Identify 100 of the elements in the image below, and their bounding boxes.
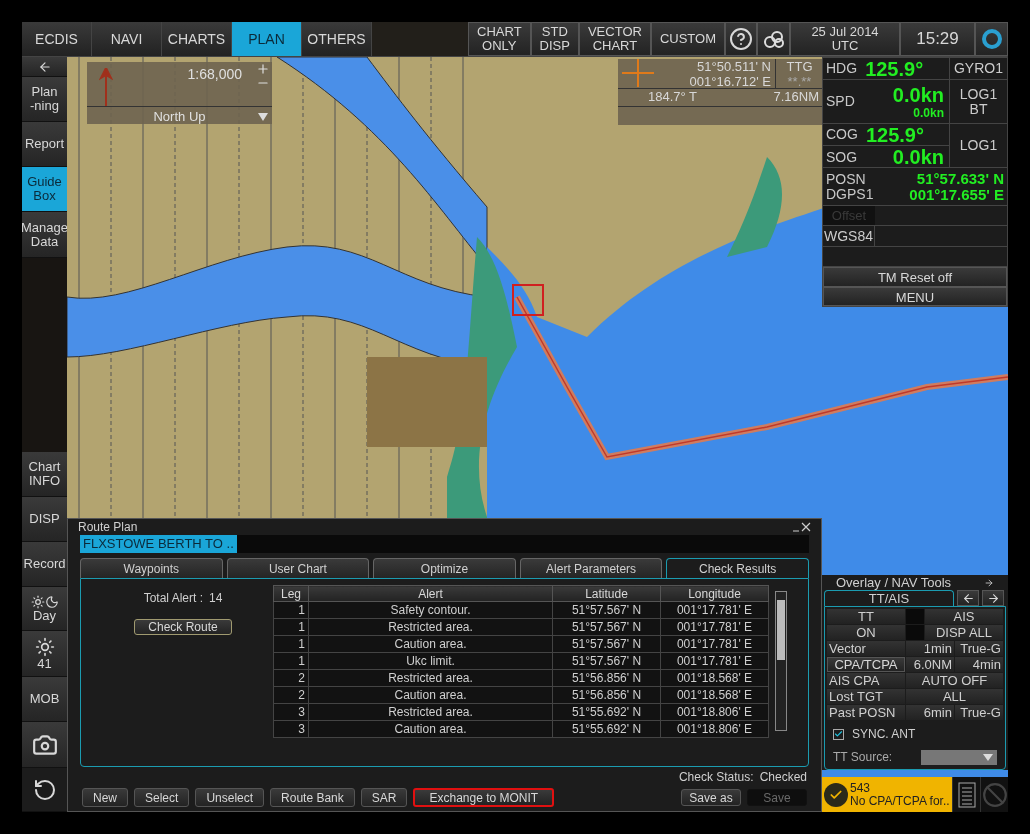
- panel-tab[interactable]: TT/AIS: [824, 590, 954, 606]
- menu-tab[interactable]: ECDIS: [22, 22, 92, 56]
- table-cell: 51°57.567' N: [552, 635, 661, 653]
- previous-button[interactable]: [957, 590, 979, 606]
- brightness-button[interactable]: 41: [22, 631, 67, 677]
- display-button[interactable]: CUSTOM: [650, 22, 725, 56]
- ttg-label: TTG: [786, 59, 813, 74]
- dialog-button[interactable]: SAR: [360, 788, 408, 807]
- screenshot-button[interactable]: [22, 722, 67, 768]
- tt-source-label: TT Source:: [833, 749, 893, 766]
- zoom-in-button[interactable]: [256, 62, 270, 76]
- setting-value[interactable]: True-G: [955, 641, 1003, 656]
- menu-tab[interactable]: OTHERS: [302, 22, 372, 56]
- table-cell: Caution area.: [308, 720, 553, 738]
- side-menu-button[interactable]: MOB: [22, 677, 67, 722]
- dialog-button[interactable]: New: [82, 788, 128, 807]
- dialog-tab[interactable]: Check Results: [666, 558, 809, 578]
- dialog-button[interactable]: Route Bank: [270, 788, 355, 807]
- toggle-button[interactable]: TT: [827, 609, 905, 624]
- setting-value[interactable]: 6.0NM: [906, 657, 954, 672]
- sync-ant-checkbox[interactable]: [833, 728, 844, 740]
- arrow-right-icon: [986, 591, 1000, 605]
- day-night-button[interactable]: Day: [22, 587, 67, 631]
- side-menu-button[interactable]: Plan -ning: [22, 77, 67, 122]
- setting-value[interactable]: 4min: [955, 657, 1003, 672]
- side-menu-button[interactable]: Chart INFO: [22, 452, 67, 497]
- table-cell: 51°56.856' N: [552, 669, 661, 687]
- column-header: Longitude: [660, 585, 769, 602]
- tm-reset-button[interactable]: TM Reset off: [823, 267, 1007, 287]
- dialog-tab[interactable]: Waypoints: [80, 558, 223, 578]
- table-cell: 51°57.567' N: [552, 618, 661, 636]
- position-label: POSN DGPS1: [826, 171, 874, 202]
- setting-value[interactable]: True-G: [955, 705, 1003, 720]
- alert-message[interactable]: 543 No CPA/TCPA for..: [822, 777, 952, 812]
- setting-value[interactable]: 1min: [906, 641, 954, 656]
- expand-arrow-button[interactable]: [984, 577, 994, 588]
- side-menu-button[interactable]: Guide Box: [22, 167, 67, 212]
- dialog-button[interactable]: Exchange to MONIT: [413, 788, 555, 807]
- cursor-bearing: 184.7° T: [648, 89, 698, 106]
- route-name-field[interactable]: FLXSTOWE BERTH TO ..: [80, 535, 237, 553]
- toggle-button[interactable]: ON: [827, 625, 905, 640]
- datum-label: WGS84: [823, 226, 875, 246]
- side-menu-button[interactable]: Report: [22, 122, 67, 167]
- alert-code: 543: [850, 781, 872, 795]
- table-cell: 51°55.692' N: [552, 720, 661, 738]
- table-cell: 001°18.806' E: [660, 720, 769, 738]
- help-button[interactable]: [725, 22, 757, 56]
- table-cell: 51°56.856' N: [552, 686, 661, 704]
- table-cell: 2: [273, 669, 309, 687]
- layers-button[interactable]: [757, 22, 790, 56]
- table-cell: Safety contour.: [308, 601, 553, 619]
- close-button[interactable]: [793, 522, 811, 532]
- position-longitude: 001°17.655' E: [909, 186, 1004, 203]
- setting-button[interactable]: CPA/TCPA: [827, 657, 905, 672]
- display-button[interactable]: STD DISP: [530, 22, 579, 56]
- cog-value: 125.9°: [865, 122, 924, 148]
- dialog-button[interactable]: Unselect: [195, 788, 265, 807]
- table-cell: Restricted area.: [308, 669, 553, 687]
- side-menu-button[interactable]: DISP: [22, 497, 67, 542]
- column-header: Leg: [273, 585, 309, 602]
- setting-value[interactable]: ALL: [906, 689, 1003, 704]
- chart-scale: 1:68,000: [187, 65, 242, 84]
- rotate-button[interactable]: [22, 768, 67, 812]
- setting-label: Lost TGT: [827, 689, 905, 704]
- tt-source-dropdown[interactable]: [921, 749, 997, 765]
- side-menu-button[interactable]: Record: [22, 542, 67, 587]
- toggle-button[interactable]: AIS: [925, 609, 1003, 624]
- column-header: Alert: [308, 585, 553, 602]
- table-cell: 51°57.567' N: [552, 601, 661, 619]
- dialog-button[interactable]: Select: [134, 788, 190, 807]
- menu-button[interactable]: MENU: [823, 287, 1007, 306]
- dialog-tab[interactable]: Optimize: [373, 558, 516, 578]
- dialog-tab[interactable]: Alert Parameters: [519, 558, 663, 578]
- layers-icon: [761, 28, 786, 50]
- speed-source: LOG1 BT: [949, 80, 1007, 123]
- display-button[interactable]: VECTOR CHART: [578, 22, 651, 56]
- cursor-distance: 7.16NM: [773, 89, 819, 106]
- save-button[interactable]: Save as: [681, 789, 741, 806]
- sog-label: SOG: [826, 147, 858, 167]
- setting-value[interactable]: 6min: [906, 705, 954, 720]
- scrollbar[interactable]: [775, 591, 787, 731]
- status-button[interactable]: [975, 22, 1008, 56]
- orientation-dropdown[interactable]: North Up: [87, 106, 272, 126]
- next-button[interactable]: [982, 590, 1004, 606]
- cursor-longitude: 001°16.712' E: [689, 74, 771, 89]
- toggle-button[interactable]: DISP ALL: [925, 625, 1003, 640]
- side-menu-button[interactable]: Manage Data: [22, 212, 67, 258]
- menu-tab[interactable]: PLAN: [232, 22, 302, 56]
- check-route-button[interactable]: Check Route: [134, 619, 232, 635]
- back-button[interactable]: [22, 57, 67, 77]
- dialog-title: Route Plan: [78, 519, 138, 536]
- date-display: 25 Jul 2014 UTC: [790, 22, 900, 56]
- table-cell: 3: [273, 703, 309, 721]
- table-cell: 51°57.567' N: [552, 652, 661, 670]
- menu-tab[interactable]: CHARTS: [162, 22, 232, 56]
- setting-value[interactable]: AUTO OFF: [906, 673, 1003, 688]
- display-button[interactable]: CHART ONLY: [468, 22, 531, 56]
- menu-tab[interactable]: NAVI: [92, 22, 162, 56]
- dialog-tab[interactable]: User Chart: [226, 558, 370, 578]
- table-cell: Caution area.: [308, 686, 553, 704]
